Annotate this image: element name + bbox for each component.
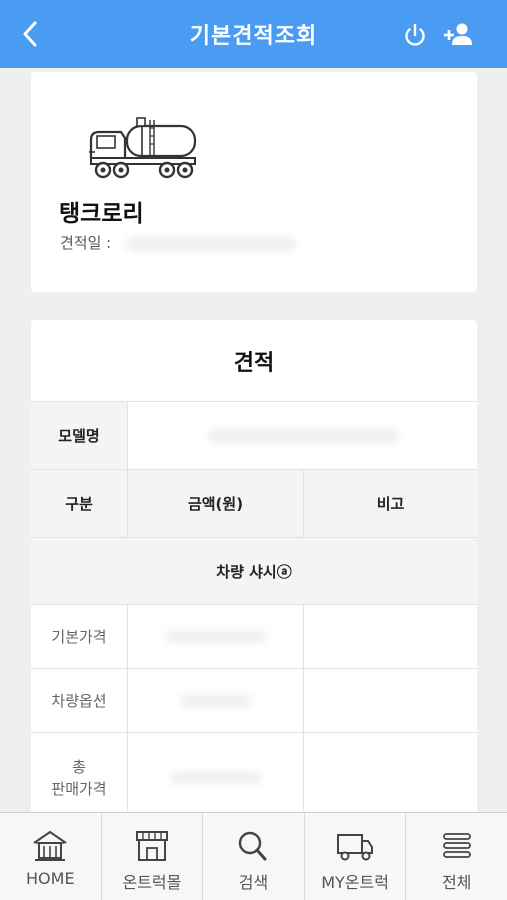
home-icon: [33, 830, 67, 861]
power-icon: [405, 23, 425, 46]
nav-search[interactable]: 검색: [203, 813, 305, 900]
options-note: [303, 669, 477, 732]
row-label-base-price: 기본가격: [51, 627, 107, 646]
redacted-amount: [180, 694, 251, 707]
header-note: 비고: [303, 470, 477, 537]
search-icon: [239, 831, 267, 861]
power-button[interactable]: [400, 20, 430, 50]
redacted-amount: [170, 772, 261, 784]
base-price-note: [303, 605, 477, 668]
nav-all[interactable]: 전체: [406, 813, 507, 900]
truck-icon: [337, 834, 374, 861]
app-header: 기본견적조회: [0, 0, 507, 68]
back-button[interactable]: [14, 18, 46, 50]
model-label: 모델명: [31, 402, 127, 469]
quote-date-label: 견적일 :: [60, 234, 112, 252]
tank-lorry-icon: [89, 117, 197, 179]
store-icon: [135, 831, 168, 861]
nav-label-my-ontruck: MY온트럭: [321, 873, 389, 892]
nav-label-all: 전체: [441, 873, 472, 892]
quote-title: 견적: [31, 320, 477, 402]
header-category: 구분: [65, 495, 93, 513]
section-row: 차량 샤시ⓐ: [31, 538, 477, 605]
vehicle-name: 탱크로리: [59, 201, 144, 227]
header-amount: 금액(원): [127, 470, 303, 537]
nav-home[interactable]: HOME: [0, 813, 102, 900]
redacted-amount: [165, 630, 266, 643]
add-user-button[interactable]: [441, 20, 475, 50]
quote-card: 견적 모델명 구분 금액(원) 비고 차량 샤시ⓐ 기본가격 차량옵션 총 판매…: [31, 320, 477, 814]
nav-label-store: 온트럭몰: [122, 873, 182, 892]
table-row: 차량옵션: [31, 669, 477, 733]
add-user-icon: [444, 23, 472, 45]
redacted-model: [207, 428, 398, 443]
bottom-nav: HOME 온트럭몰 검색 MY온트럭 전체: [0, 812, 507, 900]
options-amount: [127, 669, 303, 732]
nav-label-search: 검색: [238, 873, 269, 892]
base-price-amount: [127, 605, 303, 668]
model-row: 모델명: [31, 402, 477, 470]
row-label-options: 차량옵션: [51, 691, 107, 710]
table-row: 총 판매가격: [31, 733, 477, 814]
redacted-date: [126, 236, 297, 251]
page-title: 기본견적조회: [189, 24, 318, 49]
model-value: [127, 402, 477, 469]
row-label-total: 총 판매가격: [51, 758, 107, 798]
nav-label-home: HOME: [26, 869, 75, 888]
nav-store[interactable]: 온트럭몰: [102, 813, 204, 900]
chevron-left-icon: [23, 21, 37, 47]
table-row: 기본가격: [31, 605, 477, 669]
nav-my-ontruck[interactable]: MY온트럭: [305, 813, 407, 900]
vehicle-card: 탱크로리 견적일 :: [31, 72, 477, 292]
section-chassis: 차량 샤시ⓐ: [216, 562, 292, 581]
total-note: [303, 733, 477, 814]
quote-date: 견적일 :: [60, 232, 297, 253]
table-header-row: 구분 금액(원) 비고: [31, 470, 477, 538]
total-amount: [127, 733, 303, 814]
menu-icon: [442, 833, 471, 858]
